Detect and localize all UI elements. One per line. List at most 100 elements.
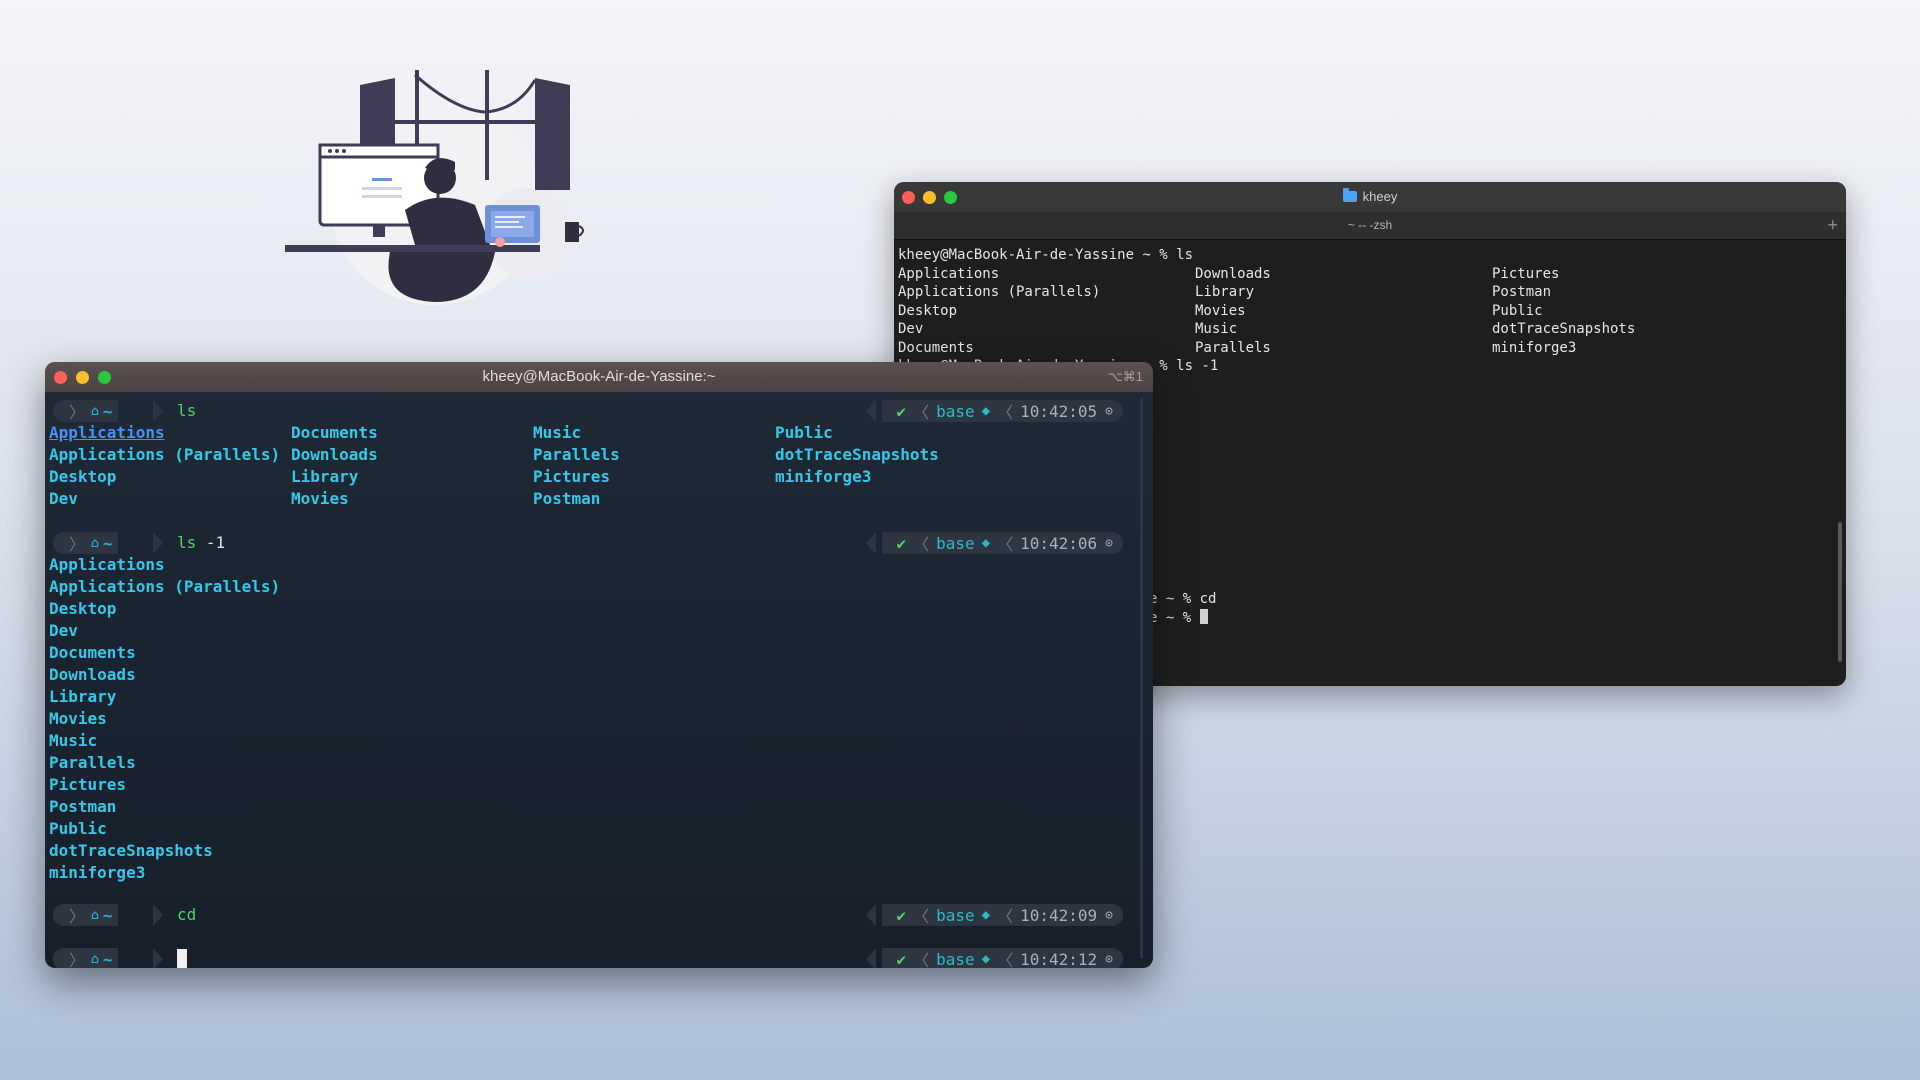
list-item: Music	[49, 731, 98, 750]
segment-arrow	[866, 948, 876, 968]
ls-entry: Downloads	[1195, 265, 1271, 282]
window-shortcut: ⌥⌘1	[1107, 369, 1143, 384]
segment-separator: 〈	[913, 535, 930, 554]
check-icon: ✔	[896, 949, 907, 969]
prompt-line: 〉 ⌂ ~ cd ✔ 〈 base ◆ 〈 10:42:09 ⊙	[49, 904, 1123, 926]
segment-arrow	[153, 948, 163, 968]
list-item: Parallels	[49, 753, 136, 772]
text-cursor	[1199, 608, 1208, 624]
ls-entry: Postman	[1492, 284, 1552, 300]
segment-separator: 〈	[913, 951, 930, 968]
conda-env: base	[936, 533, 975, 553]
ls-entry: Movies	[1195, 302, 1246, 319]
prompt-right-segment: ✔ 〈 base ◆ 〈 10:42:05 ⊙	[882, 400, 1123, 422]
prompt-time: 10:42:09	[1020, 905, 1098, 925]
list-item: Public	[49, 819, 107, 838]
check-icon: ✔	[896, 905, 907, 925]
ls-entry: Postman	[533, 489, 601, 508]
segment-separator: 〉	[69, 907, 86, 926]
segment-arrow	[866, 532, 876, 554]
clock-icon: ⊙	[1105, 951, 1113, 967]
ls-grid: Applications Documents Music Public Appl…	[49, 422, 1017, 510]
ls-entry: Library	[1195, 284, 1255, 300]
ls-entry: Pictures	[1492, 265, 1560, 282]
conda-env: base	[936, 949, 975, 969]
prompt-left-segment: 〉 ⌂ ~	[53, 532, 119, 554]
prompt-right-segment: ✔ 〈 base ◆ 〈 10:42:09 ⊙	[882, 904, 1123, 926]
segment-separator: 〉	[69, 535, 86, 554]
clock-icon: ⊙	[1105, 403, 1113, 419]
ls-entry: Desktop	[898, 302, 958, 319]
prompt-dir: ~	[102, 533, 113, 553]
back-terminal-tabbar: ~ -- -zsh +	[894, 213, 1846, 240]
clock-icon: ⊙	[1105, 535, 1113, 551]
list-item: Pictures	[49, 775, 127, 794]
front-terminal-title: kheey@MacBook-Air-de-Yassine:~	[482, 368, 716, 385]
list-item: Postman	[49, 797, 117, 816]
segment-separator: 〈	[997, 907, 1014, 926]
list-item: Movies	[49, 709, 107, 728]
ls-entry: Documents	[898, 339, 974, 356]
ls-entry-link[interactable]: Applications	[49, 422, 291, 444]
back-terminal-titlebar[interactable]: kheey	[894, 182, 1846, 213]
back-terminal-output[interactable]: kheey@MacBook-Air-de-Yassine ~ % ls Appl…	[894, 240, 1846, 626]
check-icon: ✔	[896, 401, 907, 421]
ls-entry: Dev	[898, 321, 924, 337]
ls-entry: Applications (Parallels)	[898, 284, 1101, 300]
list-item: Desktop	[49, 599, 117, 618]
prompt-right-segment: ✔ 〈 base ◆ 〈 10:42:12 ⊙	[882, 948, 1123, 968]
prompt-command: ls -1	[177, 533, 225, 552]
prompt-line[interactable]: 〉 ⌂ ~ ✔ 〈 base ◆ 〈 10:42:12 ⊙	[49, 948, 1123, 968]
ls-entry: Movies	[291, 489, 349, 508]
list-item: Documents	[49, 643, 136, 662]
segment-separator: 〉	[69, 403, 86, 422]
front-terminal-window[interactable]: kheey@MacBook-Air-de-Yassine:~ ⌥⌘1 〉 ⌂ ~ l…	[45, 362, 1153, 968]
list-item: Library	[49, 687, 117, 706]
prompt-time: 10:42:12	[1020, 949, 1098, 969]
ls-entry: miniforge3	[1492, 339, 1577, 356]
list-item: Dev	[49, 621, 78, 640]
tab-zsh[interactable]: ~ -- -zsh	[894, 218, 1846, 232]
prompt-left-segment: 〉 ⌂ ~	[53, 400, 119, 422]
command-input[interactable]	[177, 949, 187, 968]
new-tab-button[interactable]: +	[1827, 215, 1838, 236]
segment-separator: 〈	[913, 403, 930, 422]
prompt-right-segment: ✔ 〈 base ◆ 〈 10:42:06 ⊙	[882, 532, 1123, 554]
command-flag: -1	[205, 533, 226, 552]
ls-entry: Pictures	[533, 467, 611, 486]
front-terminal-titlebar[interactable]: kheey@MacBook-Air-de-Yassine:~ ⌥⌘1	[45, 362, 1153, 392]
segment-separator: 〈	[913, 907, 930, 926]
back-terminal-scrollbar[interactable]	[1838, 242, 1842, 662]
prompt-line: 〉 ⌂ ~ ls -1 ✔ 〈 base ◆ 〈 10:42:06 ⊙	[49, 532, 1123, 554]
ls-entry: Library	[291, 467, 359, 486]
ls-entry	[775, 488, 1017, 510]
list-item: Downloads	[49, 665, 136, 684]
prompt-left-segment: 〉 ⌂ ~	[53, 904, 119, 926]
list-item: Applications (Parallels)	[49, 577, 281, 596]
python-icon: ◆	[981, 907, 991, 923]
prompt-command: cd	[177, 905, 196, 924]
command-text: ls	[177, 401, 197, 420]
segment-separator: 〉	[69, 951, 86, 968]
front-terminal-scrollbar[interactable]	[1140, 398, 1143, 958]
home-icon: ⌂	[91, 403, 99, 419]
prompt-dir: ~	[102, 905, 113, 925]
python-icon: ◆	[981, 403, 991, 419]
segment-arrow	[153, 904, 163, 926]
segment-arrow	[866, 400, 876, 422]
ls-entry: Music	[1195, 321, 1238, 337]
python-icon: ◆	[981, 535, 991, 551]
segment-separator: 〈	[997, 403, 1014, 422]
prompt-text: e ~ %	[1149, 609, 1200, 626]
back-terminal-title: kheey	[894, 188, 1846, 204]
conda-env: base	[936, 905, 975, 925]
command-text: cd	[177, 905, 197, 924]
ls-list: Applications Applications (Parallels) De…	[49, 554, 280, 884]
home-icon: ⌂	[91, 535, 99, 551]
ls-entry: dotTraceSnapshots	[775, 445, 939, 464]
segment-separator: 〈	[997, 951, 1014, 968]
segment-arrow	[153, 532, 163, 554]
home-icon: ⌂	[91, 907, 99, 923]
ls-entry: dotTraceSnapshots	[1492, 321, 1636, 337]
scrollbar-thumb[interactable]	[1838, 522, 1842, 662]
